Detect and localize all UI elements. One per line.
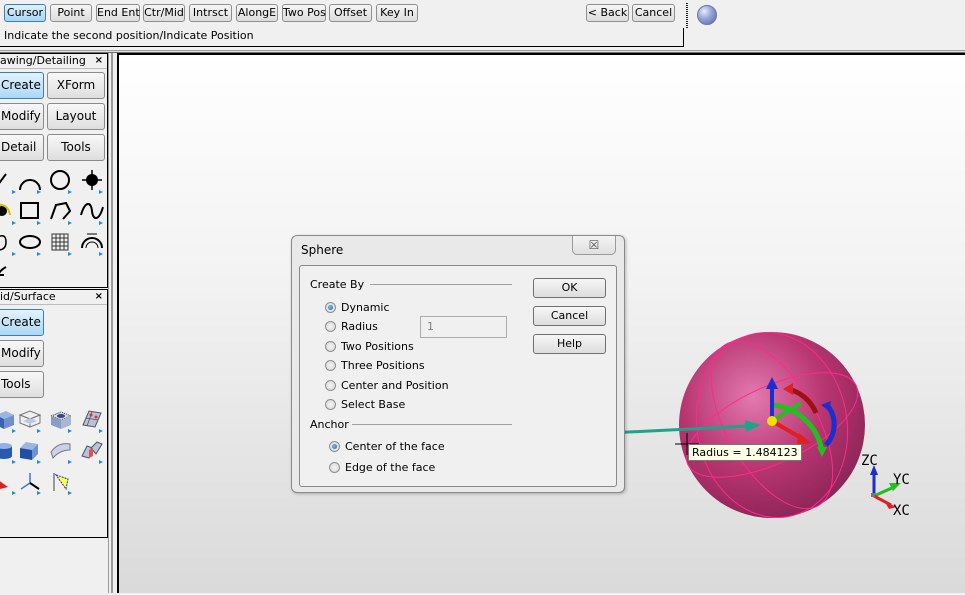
rectangle-icon[interactable] — [17, 199, 43, 225]
ok-button[interactable]: OK — [533, 278, 606, 298]
snap-center-mid-button[interactable]: Ctr/Mid — [143, 4, 185, 22]
drawing-modify-button[interactable]: Modify — [0, 103, 44, 130]
dialog-title: Sphere — [301, 243, 344, 257]
snap-intersect-button[interactable]: Intrsct — [189, 4, 232, 22]
drawing-tools-button[interactable]: Tools — [47, 134, 105, 161]
radio-indicator — [325, 360, 336, 371]
panel-header: id/Surface × — [0, 290, 107, 305]
drawing-create-button[interactable]: Create — [0, 72, 44, 99]
radio-indicator — [325, 341, 336, 352]
panel-title: awing/Detailing — [0, 54, 86, 67]
radius-input[interactable]: 1 — [420, 316, 507, 338]
loft-surface-icon[interactable] — [48, 438, 74, 464]
solid-modify-button[interactable]: Modify — [0, 340, 44, 367]
shell-box-icon[interactable] — [17, 407, 43, 433]
hole-icon[interactable] — [48, 407, 74, 433]
drawing-detail-button[interactable]: Detail — [0, 134, 44, 161]
polyline-icon[interactable] — [48, 199, 74, 225]
split-surface-icon[interactable] — [79, 438, 105, 464]
group-divider — [370, 284, 512, 285]
left-panel-column: awing/Detailing × Create XForm Modify La… — [0, 53, 112, 593]
drawing-layout-button[interactable]: Layout — [47, 103, 105, 130]
snap-point-button[interactable]: Point — [50, 4, 92, 22]
axes-icon[interactable] — [17, 469, 43, 495]
blend-icon[interactable] — [0, 230, 18, 256]
axis-label-z: ZC — [861, 453, 878, 469]
freehand-icon[interactable] — [0, 261, 18, 287]
toolbar-grip-handle[interactable] — [686, 3, 688, 29]
ellipse-icon[interactable] — [17, 230, 43, 256]
spline-icon[interactable] — [79, 199, 105, 225]
snap-cursor-button[interactable]: Cursor — [4, 4, 46, 22]
panel-title: id/Surface — [0, 290, 56, 303]
close-icon[interactable]: ☒ — [572, 236, 616, 255]
snap-offset-button[interactable]: Offset — [329, 4, 372, 22]
radio-indicator — [329, 462, 340, 473]
box-icon[interactable] — [0, 407, 18, 433]
sphere-orb-icon[interactable] — [697, 5, 717, 25]
snap-key-in-button[interactable]: Key In — [376, 4, 418, 22]
radio-center-and-position[interactable]: Center and Position — [325, 379, 449, 392]
hyperbola-icon[interactable] — [79, 230, 105, 256]
patch-icon[interactable] — [79, 407, 105, 433]
radio-indicator — [325, 302, 336, 313]
cone-icon[interactable] — [0, 469, 18, 495]
close-icon[interactable]: × — [95, 290, 103, 304]
axis-label-y: YC — [893, 472, 910, 488]
radio-two-positions[interactable]: Two Positions — [325, 340, 414, 353]
drawing-xform-button[interactable]: XForm — [47, 72, 105, 99]
mesh-surface-icon[interactable] — [48, 230, 74, 256]
solid-surface-panel: id/Surface × Create Modify Tools — [0, 289, 108, 538]
prompt-text: Indicate the second position/Indicate Po… — [4, 29, 254, 42]
close-icon[interactable]: × — [95, 54, 103, 68]
extrude-icon[interactable] — [17, 438, 43, 464]
radio-indicator — [325, 399, 336, 410]
radius-tooltip: Radius = 1.484123 — [688, 444, 802, 461]
point-icon[interactable] — [79, 168, 105, 194]
radio-indicator — [325, 380, 336, 391]
prompt-divider-vertical — [683, 28, 684, 47]
cylinder-icon[interactable] — [0, 438, 18, 464]
fillet-icon[interactable] — [0, 199, 18, 225]
radio-indicator — [325, 321, 336, 332]
circle-icon[interactable] — [48, 168, 74, 194]
snap-along-edge-button[interactable]: AlongE — [236, 4, 278, 22]
radio-dynamic[interactable]: Dynamic — [325, 301, 390, 314]
arc-icon[interactable] — [17, 168, 43, 194]
radio-three-positions[interactable]: Three Positions — [325, 359, 425, 372]
solid-tools-button[interactable]: Tools — [0, 371, 44, 398]
light-icon[interactable] — [48, 469, 74, 495]
group-divider — [352, 424, 512, 425]
radio-radius[interactable]: Radius — [325, 320, 378, 333]
radio-select-base[interactable]: Select Base — [325, 398, 405, 411]
snap-end-entity-button[interactable]: End Ent — [96, 4, 140, 22]
dialog-cancel-button[interactable]: Cancel — [533, 306, 606, 326]
line-icon[interactable] — [0, 168, 18, 194]
sphere-dialog: Sphere ☒ Create By Dynamic Radius Two Po… — [291, 235, 625, 493]
create-by-group-label: Create By — [310, 278, 365, 291]
radio-center-of-face[interactable]: Center of the face — [329, 440, 445, 453]
axis-label-x: XC — [893, 503, 910, 519]
dialog-body: Create By Dynamic Radius Two Positions T… — [299, 265, 617, 487]
prompt-divider — [0, 46, 684, 47]
help-button[interactable]: Help — [533, 334, 606, 354]
panel-header: awing/Detailing × — [0, 54, 107, 69]
solid-create-button[interactable]: Create — [0, 309, 44, 336]
radio-edge-of-face[interactable]: Edge of the face — [329, 461, 435, 474]
cancel-button[interactable]: Cancel — [632, 4, 675, 22]
snap-two-positions-button[interactable]: Two Pos — [282, 4, 326, 22]
radio-indicator — [329, 441, 340, 452]
back-button[interactable]: < Back — [586, 4, 629, 22]
drawing-detailing-panel: awing/Detailing × Create XForm Modify La… — [0, 53, 108, 288]
snap-toolbar: Cursor Point End Ent Ctr/Mid Intrsct Alo… — [0, 0, 965, 50]
anchor-group-label: Anchor — [310, 418, 349, 431]
